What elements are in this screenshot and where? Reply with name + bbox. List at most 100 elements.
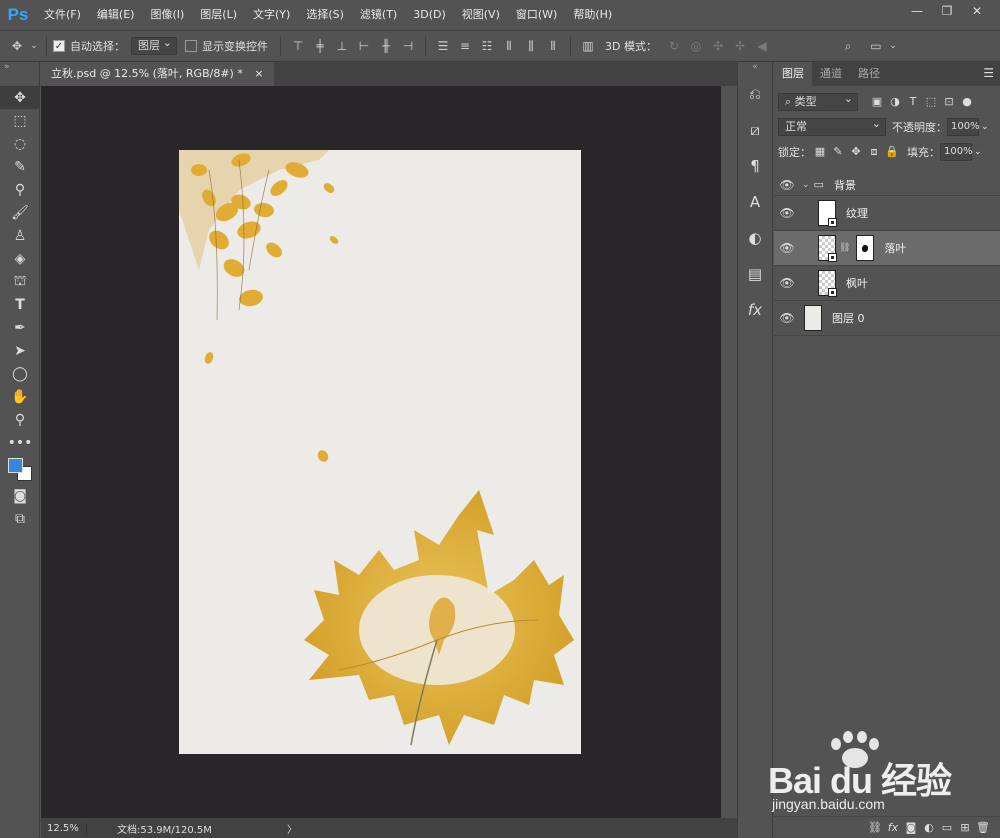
lock-pixels-icon[interactable]: ✎ <box>829 145 847 158</box>
lock-position-icon[interactable]: ✥ <box>847 145 865 158</box>
chevron-down-icon[interactable]: ⌄ <box>981 122 989 132</box>
screen-mode-icon[interactable]: ⧉ <box>0 507 40 530</box>
layer-style-icon[interactable]: fx <box>884 821 902 834</box>
mask-link-icon[interactable]: ⛓ <box>839 243 850 253</box>
opacity-input[interactable]: 100% <box>947 117 980 136</box>
filter-shape-icon[interactable]: ⬚ <box>922 95 940 108</box>
link-layers-icon[interactable]: ⛓ <box>866 821 884 834</box>
pen-tool-icon[interactable]: ✒ <box>0 316 40 339</box>
layer-mask-thumbnail[interactable] <box>856 235 875 261</box>
align-left-icon[interactable]: ⊢ <box>353 36 375 56</box>
adjustment-layer-icon[interactable]: ◐ <box>920 821 938 834</box>
filter-toggle-icon[interactable]: ● <box>958 95 976 108</box>
lock-transparent-icon[interactable]: ▦ <box>811 145 829 158</box>
layer-row[interactable]: 👁 ▪ 纹理 <box>774 196 1000 231</box>
search-icon[interactable]: ⌕ <box>837 36 859 56</box>
document-tab[interactable]: 立秋.psd @ 12.5% (落叶, RGB/8#) * × <box>41 62 274 86</box>
canvas-area[interactable] <box>41 86 721 818</box>
lock-artboard-icon[interactable]: ⧈ <box>865 145 883 159</box>
delete-layer-icon[interactable]: 🗑 <box>974 821 992 834</box>
menu-help[interactable]: 帮助(H) <box>565 0 620 30</box>
more-tools-icon[interactable]: ••• <box>0 431 40 454</box>
move-tool-icon[interactable]: ✥ <box>0 86 40 109</box>
menu-edit[interactable]: 编辑(E) <box>89 0 143 30</box>
visibility-eye-icon[interactable]: 👁 <box>774 241 800 255</box>
lasso-tool-icon[interactable]: ◌ <box>0 132 40 155</box>
align-hcenter-icon[interactable]: ╫ <box>375 36 397 56</box>
auto-select-checkbox[interactable]: ✓ <box>53 40 65 52</box>
path-select-tool-icon[interactable]: ➤ <box>0 339 40 362</box>
tab-close-icon[interactable]: × <box>254 67 263 80</box>
ellipse-tool-icon[interactable]: ◯ <box>0 362 40 385</box>
align-top-icon[interactable]: ⊤ <box>287 36 309 56</box>
eraser-tool-icon[interactable]: ◈ <box>0 247 40 270</box>
hand-tool-icon[interactable]: ✋ <box>0 385 40 408</box>
close-icon[interactable]: ✕ <box>962 2 992 20</box>
paint-bucket-tool-icon[interactable]: ⛫ <box>0 270 40 293</box>
quick-mask-icon[interactable]: ◙ <box>0 484 40 507</box>
menu-file[interactable]: 文件(F) <box>36 0 89 30</box>
collapse-icon[interactable]: » <box>0 62 39 86</box>
fill-input[interactable]: 100% <box>940 142 973 161</box>
vertical-scrollbar[interactable] <box>721 86 737 818</box>
distribute-right-icon[interactable]: ⫴ <box>542 36 564 56</box>
character-icon[interactable]: A <box>738 184 772 220</box>
visibility-eye-icon[interactable]: 👁 <box>774 311 800 325</box>
align-vcenter-icon[interactable]: ╪ <box>309 36 331 56</box>
new-group-icon[interactable]: ▭ <box>938 821 956 834</box>
3d-rotate-icon[interactable]: ↻ <box>663 36 685 56</box>
brush-tool-icon[interactable]: 🖌 <box>0 201 40 224</box>
menu-3d[interactable]: 3D(D) <box>405 0 454 30</box>
foreground-color[interactable] <box>8 458 23 473</box>
type-tool-icon[interactable]: T <box>0 293 40 316</box>
3d-slide-icon[interactable]: ✢ <box>729 36 751 56</box>
3d-roll-icon[interactable]: ◎ <box>685 36 707 56</box>
distribute-vcenter-icon[interactable]: ≡ <box>454 36 476 56</box>
eyedropper-tool-icon[interactable]: ⚲ <box>0 178 40 201</box>
filter-kind-select[interactable]: ⌕ 类型 <box>778 91 858 111</box>
distribute-left-icon[interactable]: ⦀ <box>498 36 520 56</box>
lock-all-icon[interactable]: 🔒 <box>883 145 901 158</box>
visibility-eye-icon[interactable]: 👁 <box>774 178 800 192</box>
workspace-icon[interactable]: ▭ <box>865 36 887 56</box>
chevron-down-icon[interactable]: ⌄ <box>974 147 982 157</box>
maximize-icon[interactable]: ❐ <box>932 2 962 20</box>
panel-menu-icon[interactable]: ☰ <box>983 66 994 80</box>
menu-type[interactable]: 文字(Y) <box>245 0 298 30</box>
distribute-bottom-icon[interactable]: ☷ <box>476 36 498 56</box>
align-right-icon[interactable]: ⊣ <box>397 36 419 56</box>
menu-view[interactable]: 视图(V) <box>454 0 508 30</box>
quick-select-tool-icon[interactable]: ✎ <box>0 155 40 178</box>
filter-type-icon[interactable]: T <box>904 95 922 108</box>
add-mask-icon[interactable]: ◙ <box>902 821 920 834</box>
status-menu-arrow[interactable]: 〉 <box>287 821 297 836</box>
layer-row-selected[interactable]: 👁 ▪ ⛓ 落叶 <box>774 231 1000 266</box>
menu-select[interactable]: 选择(S) <box>298 0 352 30</box>
align-bottom-icon[interactable]: ⊥ <box>331 36 353 56</box>
brush-settings-icon[interactable]: ⧄ <box>738 112 772 148</box>
layer-row[interactable]: 👁 图层 0 <box>774 301 1000 336</box>
visibility-eye-icon[interactable]: 👁 <box>774 206 800 220</box>
3d-drag-icon[interactable]: ✣ <box>707 36 729 56</box>
group-expand-icon[interactable]: ⌄ <box>802 180 810 190</box>
history-icon[interactable]: ⎌ <box>738 76 772 112</box>
zoom-level[interactable]: 12.5% <box>41 822 87 834</box>
zoom-tool-icon[interactable]: ⚲ <box>0 408 40 431</box>
show-transform-checkbox[interactable] <box>185 40 197 52</box>
minimize-icon[interactable]: — <box>902 2 932 20</box>
chevron-down-icon[interactable]: ⌄ <box>887 36 899 56</box>
new-layer-icon[interactable]: ⊞ <box>956 821 974 834</box>
menu-layer[interactable]: 图层(L) <box>192 0 245 30</box>
distribute-hcenter-icon[interactable]: ⫼ <box>520 36 542 56</box>
visibility-eye-icon[interactable]: 👁 <box>774 276 800 290</box>
paragraph-icon[interactable]: ¶ <box>738 148 772 184</box>
menu-image[interactable]: 图像(I) <box>142 0 192 30</box>
tab-channels[interactable]: 通道 <box>812 62 850 86</box>
layer-group-row[interactable]: 👁 ⌄ ▭ 背景 <box>774 174 1000 196</box>
auto-align-icon[interactable]: ▥ <box>577 36 599 56</box>
tab-layers[interactable]: 图层 <box>774 62 812 86</box>
3d-scale-icon[interactable]: ◀ <box>751 36 773 56</box>
layer-row[interactable]: 👁 ▪ 枫叶 <box>774 266 1000 301</box>
adjustments-icon[interactable]: ◐ <box>738 220 772 256</box>
chevron-down-icon[interactable]: ⌄ <box>28 36 40 56</box>
